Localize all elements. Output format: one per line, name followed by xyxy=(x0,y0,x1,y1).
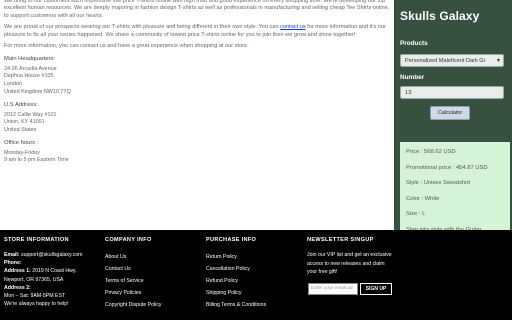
footer-link-about-us[interactable]: About Us xyxy=(105,251,162,263)
store-info-column: STORE INFORMATION Email: support@skullsg… xyxy=(4,237,82,308)
store-help-text: We're always happy to help! xyxy=(4,301,69,308)
address-line: United Kingdom NW10 7TQ xyxy=(4,88,71,95)
company-info-heading: COMPANY INFO xyxy=(105,237,152,243)
footer-link-billing[interactable]: Billing Terms & Conditions xyxy=(206,299,266,311)
footer: STORE INFORMATION Email: support@skullsg… xyxy=(0,230,512,320)
result-color: Color : White xyxy=(406,195,440,202)
address-line: United States xyxy=(4,126,37,133)
result-box: Price : 568.62 USD Promotional price : 4… xyxy=(400,142,510,238)
address1-line2: Newport, OR 97365, USA xyxy=(4,276,64,283)
store-hours-text: Mon – Sat: 9AM-5PM EST xyxy=(4,293,66,300)
address1-value: 2019 N Coast Hwy, xyxy=(30,268,77,275)
address-line: Union, KY 41091 xyxy=(4,119,45,126)
company-info-column: COMPANY INFO About Us Contact Us Terms o… xyxy=(105,237,162,311)
newsletter-text: Join our VIP list and get an exclusive a… xyxy=(307,252,392,276)
footer-link-privacy[interactable]: Privacy Policies xyxy=(105,287,162,299)
office-hours-line: 9 am to 5 pm Eastern Time xyxy=(4,157,69,164)
footer-link-cancellation[interactable]: Cancellation Policy xyxy=(206,263,266,275)
address-line: 2012 Callie Way #101 xyxy=(4,111,57,118)
footer-link-shipping[interactable]: Shipping Policy xyxy=(206,287,266,299)
calculator-button[interactable]: Calculator xyxy=(430,106,470,120)
us-address-heading: U.S Address: xyxy=(4,102,38,109)
intro-paragraph: We bring to our customers such impressiv… xyxy=(4,0,390,19)
footer-link-contact-us[interactable]: Contact Us xyxy=(105,263,162,275)
number-label: Number xyxy=(400,74,425,81)
product-select-value: Personalized Maleficent Dark Gi xyxy=(405,58,485,64)
chevron-down-icon: ▾ xyxy=(496,58,500,64)
products-label: Products xyxy=(400,40,428,47)
address-line: 24-26 Arcadia Avenue xyxy=(4,65,57,72)
store-email: Email: support@skullsgalaxy.com xyxy=(4,251,82,259)
contact-us-link[interactable]: contact us xyxy=(280,24,306,30)
address1-label: Address 1: xyxy=(4,268,31,275)
result-promo-price: Promotional price : 454.87 USD xyxy=(406,164,488,171)
footer-link-terms[interactable]: Terms of Service xyxy=(105,275,162,287)
purchase-info-column: PURCHASE INFO Return Policy Cancellation… xyxy=(206,237,266,311)
store-address1: Address 1: 2019 N Coast Hwy, xyxy=(4,267,82,275)
main-content: We bring to our customers such impressiv… xyxy=(0,0,393,230)
store-hours: Mon – Sat: 9AM-5PM EST xyxy=(4,292,82,300)
us-address: U.S Address: 2012 Callie Way #101 Union,… xyxy=(4,102,393,134)
main-headquarters: Main Headquarters: 24-26 Arcadia Avenue … xyxy=(4,56,393,96)
result-price: Price : 568.62 USD xyxy=(406,149,456,155)
contact-paragraph: We are proud of our prospects wearing ou… xyxy=(4,24,393,39)
address-line: Dephna House #105 xyxy=(4,73,54,80)
number-input[interactable]: 13 xyxy=(400,86,504,99)
info-paragraph: For more information, you can contact us… xyxy=(4,43,249,50)
store-address2-label: Address 2: xyxy=(4,284,31,291)
office-hours: Office hours : Monday-Friday 9 am to 5 p… xyxy=(4,140,393,165)
product-select[interactable]: Personalized Maleficent Dark Gi ▾ xyxy=(400,54,504,67)
footer-link-refund[interactable]: Refund Policy xyxy=(206,275,266,287)
contact-paragraph-text: We are proud of our prospects wearing ou… xyxy=(4,24,281,31)
store-help: We're always happy to help! xyxy=(4,300,82,308)
result-size: Size : L xyxy=(406,211,426,218)
store-address1-line2: Newport, OR 97365, USA xyxy=(4,276,82,284)
purchase-info-heading: PURCHASE INFO xyxy=(206,237,257,243)
calculator-panel: Skulls Galaxy Products Personalized Male… xyxy=(394,0,512,238)
email-value[interactable]: support@skullsgalaxy.com xyxy=(20,252,82,258)
newsletter-column: NEWSLETTER SINGUP Join our VIP list and … xyxy=(307,237,393,277)
store-info-heading: STORE INFORMATION xyxy=(4,237,69,243)
newsletter-email-input[interactable]: Enter your email ad xyxy=(308,283,358,295)
footer-link-copyright[interactable]: Copyright Dispute Policy xyxy=(105,299,162,311)
office-hours-line: Monday-Friday xyxy=(4,149,40,156)
store-phone-label: Phone: xyxy=(4,260,22,267)
address-line: London xyxy=(4,81,22,88)
main-hq-heading: Main Headquarters: xyxy=(4,56,55,63)
signup-button[interactable]: SIGN UP xyxy=(360,283,392,295)
newsletter-heading: NEWSLETTER SINGUP xyxy=(307,237,374,243)
email-label: Email: xyxy=(4,252,20,258)
footer-link-return[interactable]: Return Policy xyxy=(206,251,266,263)
result-style: Style : Unisex Sweatshirt xyxy=(406,180,471,187)
office-hours-heading: Office hours : xyxy=(4,140,39,147)
site-title: Skulls Galaxy xyxy=(400,9,480,23)
